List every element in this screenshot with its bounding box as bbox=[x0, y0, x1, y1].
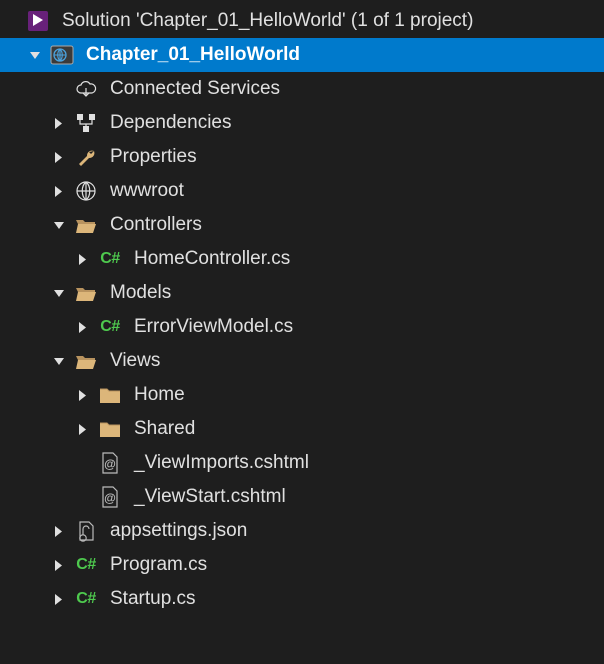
folder-closed-icon bbox=[94, 380, 126, 410]
folder-closed-icon bbox=[94, 414, 126, 444]
expand-icon[interactable] bbox=[48, 113, 68, 133]
csharp-icon: C# bbox=[70, 584, 102, 614]
collapse-icon[interactable] bbox=[48, 215, 68, 235]
project-icon bbox=[46, 40, 78, 70]
errorviewmodel-file[interactable]: C# ErrorViewModel.cs bbox=[0, 310, 604, 344]
wwwroot-node[interactable]: wwwroot bbox=[0, 174, 604, 208]
expand-icon[interactable] bbox=[72, 317, 92, 337]
csharp-icon: C# bbox=[70, 550, 102, 580]
dependencies-icon bbox=[70, 108, 102, 138]
node-label: Properties bbox=[110, 146, 197, 168]
node-label: _ViewImports.cshtml bbox=[134, 452, 309, 474]
node-label: Home bbox=[134, 384, 185, 406]
cshtml-icon bbox=[94, 448, 126, 478]
models-folder[interactable]: Models bbox=[0, 276, 604, 310]
blank-expander bbox=[48, 79, 68, 99]
views-folder[interactable]: Views bbox=[0, 344, 604, 378]
node-label: Models bbox=[110, 282, 171, 304]
expand-icon[interactable] bbox=[48, 181, 68, 201]
expand-icon[interactable] bbox=[48, 147, 68, 167]
blank-expander bbox=[72, 487, 92, 507]
expand-icon[interactable] bbox=[48, 521, 68, 541]
json-icon bbox=[70, 516, 102, 546]
solution-explorer-tree: Solution 'Chapter_01_HelloWorld' (1 of 1… bbox=[0, 0, 604, 616]
node-label: Shared bbox=[134, 418, 195, 440]
csharp-icon: C# bbox=[94, 244, 126, 274]
homecontroller-file[interactable]: C# HomeController.cs bbox=[0, 242, 604, 276]
properties-node[interactable]: Properties bbox=[0, 140, 604, 174]
node-label: ErrorViewModel.cs bbox=[134, 316, 293, 338]
startup-file[interactable]: C# Startup.cs bbox=[0, 582, 604, 616]
folder-open-icon bbox=[70, 346, 102, 376]
folder-open-icon bbox=[70, 210, 102, 240]
wrench-icon bbox=[70, 142, 102, 172]
collapse-icon[interactable] bbox=[24, 45, 44, 65]
solution-icon bbox=[22, 6, 54, 36]
viewimports-file[interactable]: _ViewImports.cshtml bbox=[0, 446, 604, 480]
node-label: Program.cs bbox=[110, 554, 207, 576]
appsettings-file[interactable]: appsettings.json bbox=[0, 514, 604, 548]
blank-expander bbox=[72, 453, 92, 473]
folder-open-icon bbox=[70, 278, 102, 308]
home-folder[interactable]: Home bbox=[0, 378, 604, 412]
connected-services-node[interactable]: Connected Services bbox=[0, 72, 604, 106]
expand-icon[interactable] bbox=[72, 419, 92, 439]
project-node[interactable]: Chapter_01_HelloWorld bbox=[0, 38, 604, 72]
node-label: Views bbox=[110, 350, 160, 372]
program-file[interactable]: C# Program.cs bbox=[0, 548, 604, 582]
controllers-folder[interactable]: Controllers bbox=[0, 208, 604, 242]
cloud-icon bbox=[70, 74, 102, 104]
collapse-icon[interactable] bbox=[48, 351, 68, 371]
collapse-icon[interactable] bbox=[48, 283, 68, 303]
node-label: Controllers bbox=[110, 214, 202, 236]
expand-icon[interactable] bbox=[72, 385, 92, 405]
csharp-icon: C# bbox=[94, 312, 126, 342]
node-label: HomeController.cs bbox=[134, 248, 290, 270]
viewstart-file[interactable]: _ViewStart.cshtml bbox=[0, 480, 604, 514]
cshtml-icon bbox=[94, 482, 126, 512]
project-label: Chapter_01_HelloWorld bbox=[86, 44, 300, 66]
node-label: wwwroot bbox=[110, 180, 184, 202]
shared-folder[interactable]: Shared bbox=[0, 412, 604, 446]
node-label: appsettings.json bbox=[110, 520, 247, 542]
expand-icon[interactable] bbox=[48, 589, 68, 609]
expand-icon[interactable] bbox=[72, 249, 92, 269]
solution-label: Solution 'Chapter_01_HelloWorld' (1 of 1… bbox=[62, 10, 473, 32]
node-label: _ViewStart.cshtml bbox=[134, 486, 286, 508]
node-label: Connected Services bbox=[110, 78, 280, 100]
node-label: Startup.cs bbox=[110, 588, 196, 610]
solution-node[interactable]: Solution 'Chapter_01_HelloWorld' (1 of 1… bbox=[0, 4, 604, 38]
node-label: Dependencies bbox=[110, 112, 231, 134]
expand-icon[interactable] bbox=[48, 555, 68, 575]
blank-expander bbox=[0, 11, 20, 31]
globe-icon bbox=[70, 176, 102, 206]
dependencies-node[interactable]: Dependencies bbox=[0, 106, 604, 140]
